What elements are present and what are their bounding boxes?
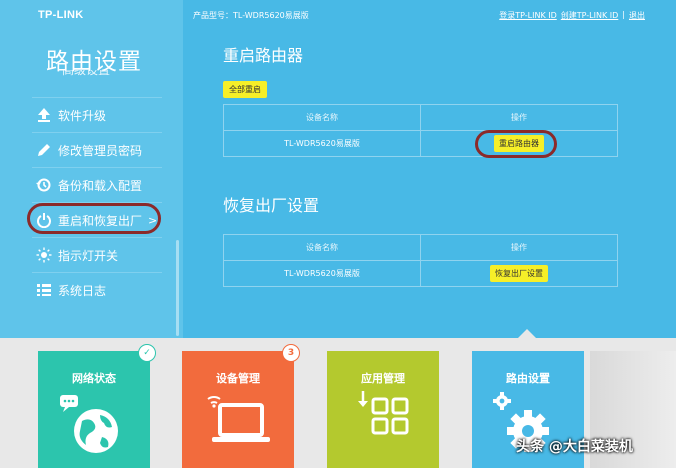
- sidebar-scrollbar[interactable]: [176, 240, 179, 336]
- model-label: 产品型号：TL-WDR5620易展版: [193, 11, 309, 20]
- globe-icon: [60, 395, 118, 453]
- table-header-row: 设备名称 操作: [223, 234, 618, 261]
- count-badge: 3: [282, 344, 300, 362]
- reboot-device-table: 设备名称 操作 TL-WDR5620易展版 重启路由器: [223, 104, 618, 157]
- brand-logo: TP-LINK: [38, 9, 84, 21]
- reboot-section-title: 重启路由器: [223, 46, 304, 65]
- check-badge-icon: ✓: [138, 344, 156, 362]
- sidebar-item-label: 软件升级: [58, 108, 107, 123]
- sidebar-item-label: 指示灯开关: [58, 248, 119, 263]
- login-link[interactable]: 登录TP-LINK ID: [499, 10, 557, 21]
- tile-label: 网络状态: [72, 372, 116, 385]
- sidebar-item-label: 修改管理员密码: [58, 143, 143, 158]
- tile-app-management[interactable]: 应用管理: [327, 351, 439, 468]
- sidebar-item-label: 系统日志: [58, 283, 107, 298]
- column-header-device: 设备名称: [223, 234, 421, 261]
- main-panel: 产品型号：TL-WDR5620易展版 登录TP-LINK ID 创建TP-LIN…: [183, 0, 676, 338]
- tile-label: 路由设置: [506, 372, 550, 385]
- factory-reset-button[interactable]: 恢复出厂设置: [490, 265, 548, 282]
- action-cell: 恢复出厂设置: [420, 260, 618, 287]
- table-row: TL-WDR5620易展版 重启路由器: [223, 130, 618, 157]
- sidebar-item-upgrade[interactable]: 软件升级: [32, 97, 162, 132]
- create-id-link[interactable]: 创建TP-LINK ID: [561, 10, 619, 21]
- top-bar: 产品型号：TL-WDR5620易展版 登录TP-LINK ID 创建TP-LIN…: [183, 0, 676, 24]
- reboot-all-button[interactable]: 全部重启: [223, 81, 267, 98]
- account-links: 登录TP-LINK ID 创建TP-LINK ID | 退出: [499, 10, 645, 21]
- sidebar-item-label: 高级设置: [62, 70, 111, 77]
- sidebar: TP-LINK 路由设置 • 高级设置 软件升级 修改管理员密码 备份和载入配置: [0, 0, 183, 338]
- highlight-ring: [475, 130, 557, 158]
- tile-device-management[interactable]: 设备管理 3: [182, 344, 300, 468]
- device-name-cell: TL-WDR5620易展版: [223, 130, 421, 157]
- device-name-cell: TL-WDR5620易展版: [223, 260, 421, 287]
- column-header-device: 设备名称: [223, 104, 421, 131]
- factory-device-table: 设备名称 操作 TL-WDR5620易展版 恢复出厂设置: [223, 234, 618, 287]
- exit-link[interactable]: 退出: [629, 10, 645, 21]
- sidebar-item-label: 备份和载入配置: [58, 178, 143, 193]
- restore-icon: [32, 177, 58, 193]
- tile-label: 应用管理: [361, 372, 405, 385]
- sidebar-item-log[interactable]: 系统日志: [32, 272, 162, 307]
- watermark: 头条 @大白菜装机: [516, 439, 633, 455]
- apps-grid-icon: [358, 391, 409, 435]
- light-icon: [32, 247, 58, 263]
- link-separator: |: [622, 10, 625, 19]
- dot-icon: •: [36, 70, 43, 75]
- factory-section-title: 恢复出厂设置: [223, 196, 320, 215]
- sidebar-item-backup[interactable]: 备份和载入配置: [32, 167, 162, 202]
- sidebar-item-led[interactable]: 指示灯开关: [32, 237, 162, 272]
- table-row: TL-WDR5620易展版 恢复出厂设置: [223, 260, 618, 287]
- list-icon: [32, 282, 58, 298]
- tile-network-status[interactable]: 网络状态 ✓: [38, 344, 156, 468]
- sidebar-item-advanced[interactable]: • 高级设置: [36, 70, 160, 88]
- tile-label: 设备管理: [216, 372, 260, 385]
- laptop-icon: [207, 396, 270, 442]
- column-header-action: 操作: [420, 104, 618, 131]
- sidebar-menu: 软件升级 修改管理员密码 备份和载入配置 重启和恢复出厂 > 指示灯开关 系统日…: [32, 97, 162, 307]
- column-header-action: 操作: [420, 234, 618, 261]
- highlight-ring: [27, 203, 161, 234]
- sidebar-item-password[interactable]: 修改管理员密码: [32, 132, 162, 167]
- table-header-row: 设备名称 操作: [223, 104, 618, 131]
- upload-icon: [32, 107, 58, 123]
- active-tab-notch: [518, 329, 536, 338]
- pencil-icon: [32, 142, 58, 158]
